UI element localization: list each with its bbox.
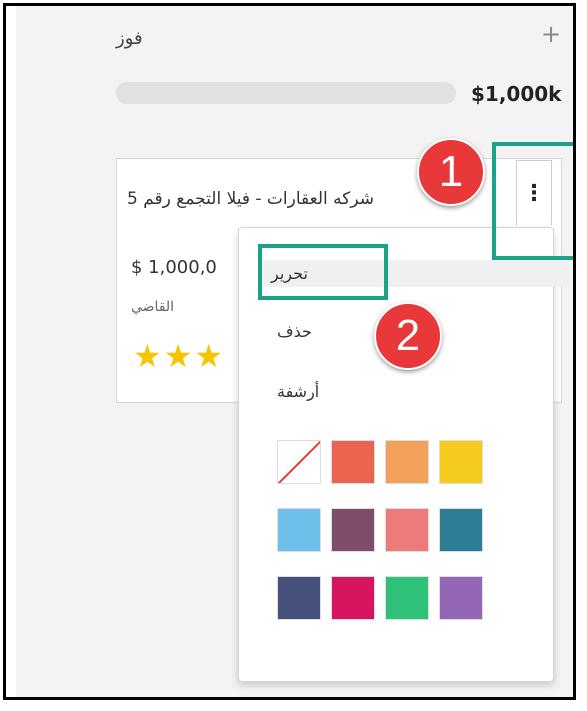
- color-swatch[interactable]: [385, 508, 429, 552]
- step-badge-1: 1: [417, 138, 485, 206]
- highlight-box-kebab: [492, 142, 573, 260]
- color-swatch[interactable]: [331, 440, 375, 484]
- menu-item-delete[interactable]: حذف: [269, 318, 320, 345]
- card-price: $ 1,000,0: [131, 257, 217, 278]
- column-progress-bar: [116, 82, 456, 104]
- color-swatch[interactable]: [439, 440, 483, 484]
- color-swatch[interactable]: [385, 440, 429, 484]
- plus-icon[interactable]: +: [541, 20, 561, 48]
- color-swatch[interactable]: [331, 508, 375, 552]
- column-amount: $1,000k: [471, 82, 562, 106]
- card-salesperson: القاضي: [131, 299, 175, 315]
- card-name: شركه العقارات - فيلا التجمع رقم 5: [127, 189, 374, 209]
- step-badge-2: 2: [374, 302, 442, 370]
- color-swatch[interactable]: [277, 508, 321, 552]
- color-swatch-none[interactable]: [277, 440, 321, 484]
- column-title: فوز: [116, 28, 143, 49]
- screenshot-frame: + فوز $1,000k شركه العقارات - فيلا التجم…: [3, 3, 576, 700]
- color-swatch[interactable]: [385, 576, 429, 620]
- color-swatches: [277, 440, 485, 620]
- highlight-box-edit: [258, 244, 388, 300]
- priority-stars[interactable]: ★★★: [133, 337, 225, 375]
- color-swatch[interactable]: [277, 576, 321, 620]
- color-swatch[interactable]: [439, 508, 483, 552]
- color-swatch[interactable]: [439, 576, 483, 620]
- menu-item-archive[interactable]: أرشفة: [269, 378, 327, 405]
- color-swatch[interactable]: [331, 576, 375, 620]
